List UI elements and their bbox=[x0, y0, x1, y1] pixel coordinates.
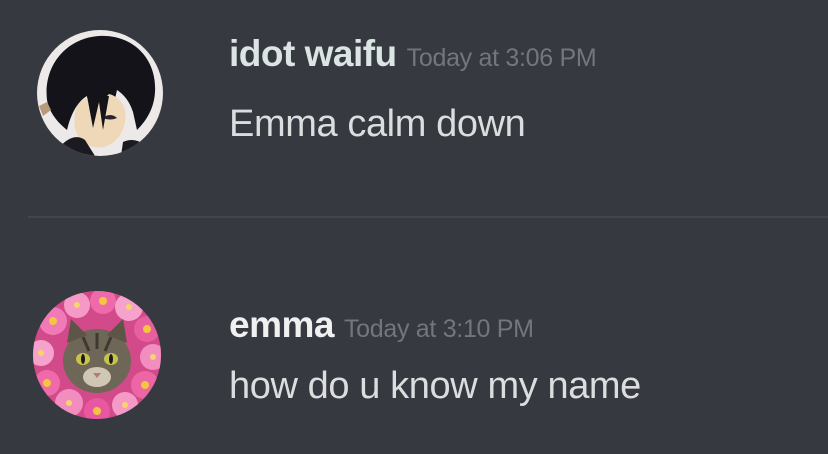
message-header: emma Today at 3:10 PM bbox=[229, 304, 534, 346]
cat-with-flower-crown-avatar-icon bbox=[33, 291, 161, 419]
chat-message: idot waifu Today at 3:06 PM Emma calm dow… bbox=[0, 0, 828, 215]
message-header: idot waifu Today at 3:06 PM bbox=[229, 33, 597, 75]
user-avatar[interactable] bbox=[37, 30, 163, 156]
username[interactable]: emma bbox=[229, 304, 334, 345]
chat-message-list: idot waifu Today at 3:06 PM Emma calm dow… bbox=[0, 0, 828, 454]
timestamp: Today at 3:10 PM bbox=[343, 315, 534, 343]
anime-character-avatar-icon bbox=[37, 30, 163, 156]
message-divider bbox=[28, 216, 828, 218]
chat-message: emma Today at 3:10 PM how do u know my na… bbox=[0, 220, 828, 454]
message-content: Emma calm down bbox=[229, 103, 526, 145]
message-content: how do u know my name bbox=[229, 365, 641, 407]
user-avatar[interactable] bbox=[33, 291, 161, 419]
timestamp: Today at 3:06 PM bbox=[406, 44, 597, 72]
username[interactable]: idot waifu bbox=[229, 33, 397, 74]
